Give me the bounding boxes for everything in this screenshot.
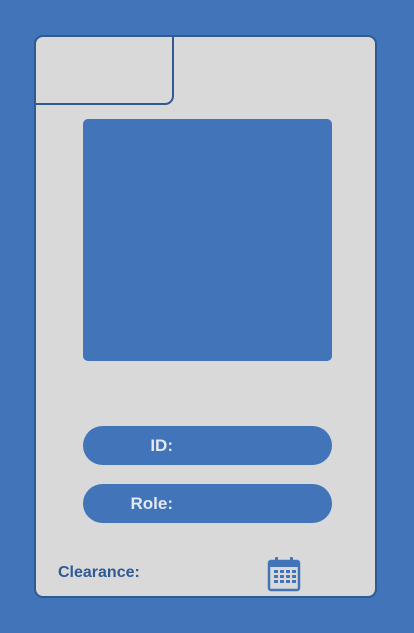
id-label: ID: [150,436,173,455]
photo-placeholder[interactable] [83,119,332,361]
clearance-label: Clearance: [58,564,140,581]
calendar-icon[interactable] [267,556,301,592]
role-label: Role: [130,494,174,513]
corner-tab [34,35,174,105]
id-field[interactable]: ID: [83,426,332,465]
role-field[interactable]: Role: [83,484,332,523]
id-card: ID: Role: Clearance: [34,35,377,598]
